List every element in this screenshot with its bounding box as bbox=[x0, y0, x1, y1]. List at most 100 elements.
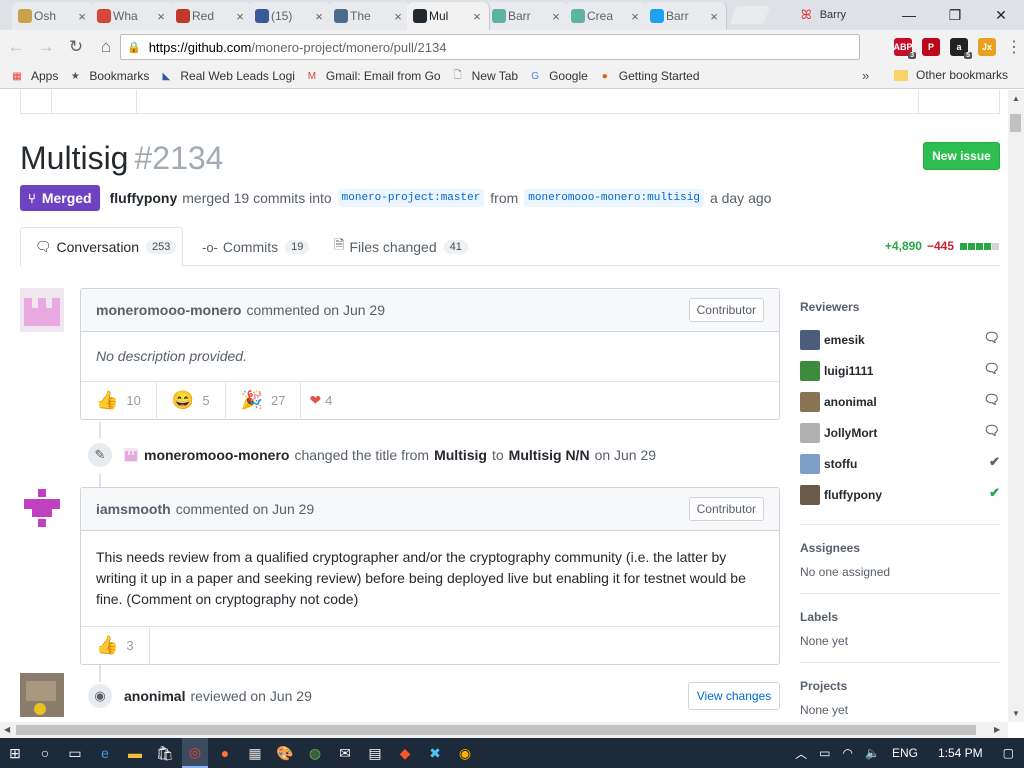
browser-tab[interactable]: Barr × bbox=[644, 2, 727, 30]
assignees-heading[interactable]: Assignees bbox=[800, 541, 1000, 555]
calculator-grid-icon[interactable]: ▦ bbox=[242, 738, 268, 768]
reaction-button[interactable]: 🎉 27 bbox=[226, 381, 302, 420]
bookmark-item[interactable]: 🗋 New Tab bbox=[451, 69, 519, 83]
wifi-icon[interactable]: ◠ bbox=[843, 746, 853, 760]
new-tab-button[interactable] bbox=[729, 6, 771, 24]
comment-author[interactable]: iamsmooth bbox=[96, 501, 171, 517]
app-icon[interactable]: ✖ bbox=[422, 738, 448, 768]
notifications-icon[interactable]: ▢ bbox=[1003, 746, 1014, 760]
reaction-button[interactable]: ❤ 4 bbox=[301, 382, 340, 420]
reviewer-item[interactable]: luigi1111 🗨 bbox=[800, 355, 1000, 386]
other-bookmarks[interactable]: Other bookmarks bbox=[894, 68, 1008, 82]
tab-commits[interactable]: -o- Commits 19 bbox=[202, 227, 310, 267]
browser-tab[interactable]: Red × bbox=[170, 2, 253, 30]
view-changes-button[interactable]: View changes bbox=[688, 682, 780, 710]
avatar[interactable] bbox=[124, 448, 138, 462]
browser-tab[interactable]: Crea × bbox=[565, 2, 648, 30]
close-tab-icon[interactable]: × bbox=[392, 9, 404, 24]
extension-icon[interactable]: Jx bbox=[978, 38, 996, 56]
scroll-thumb[interactable] bbox=[1010, 114, 1021, 132]
base-branch[interactable]: monero-project:master bbox=[337, 189, 485, 207]
browser-tab[interactable]: Mul × bbox=[407, 2, 490, 30]
close-window-button[interactable]: ✕ bbox=[978, 0, 1024, 30]
event-text[interactable]: reviewed on Jun 29 bbox=[190, 688, 311, 704]
avatar[interactable] bbox=[20, 487, 64, 531]
scroll-right-arrow[interactable]: ▶ bbox=[994, 725, 1000, 734]
reviewer-item[interactable]: fluffypony ✔ bbox=[800, 479, 1000, 510]
close-tab-icon[interactable]: × bbox=[550, 9, 562, 24]
merger-link[interactable]: fluffypony bbox=[110, 190, 178, 206]
scroll-left-arrow[interactable]: ◀ bbox=[4, 725, 10, 734]
new-issue-button[interactable]: New issue bbox=[923, 142, 1000, 170]
chrome-canary-icon[interactable]: ◉ bbox=[452, 738, 478, 768]
browser-tab[interactable]: The × bbox=[328, 2, 411, 30]
mail-icon[interactable]: ✉ bbox=[332, 738, 358, 768]
bookmark-item[interactable]: G Google bbox=[528, 69, 588, 83]
comment-time[interactable]: commented on Jun 29 bbox=[246, 302, 385, 318]
task-view-icon[interactable]: ▭ bbox=[62, 738, 88, 768]
minimize-button[interactable]: — bbox=[886, 0, 932, 30]
file-explorer-icon[interactable]: ▬ bbox=[122, 738, 148, 768]
avatar[interactable] bbox=[800, 391, 820, 412]
chrome-icon[interactable]: ◎ bbox=[182, 738, 208, 768]
close-tab-icon[interactable]: × bbox=[313, 9, 325, 24]
extension-icon[interactable]: P bbox=[922, 38, 940, 56]
brave-icon[interactable]: ◆ bbox=[392, 738, 418, 768]
tab-files-changed[interactable]: 🗎 Files changed 41 bbox=[334, 227, 468, 267]
search-icon[interactable]: ○ bbox=[32, 738, 58, 768]
clock[interactable]: 1:54 PM bbox=[938, 746, 983, 760]
event-author[interactable]: moneromooo-monero bbox=[144, 447, 289, 463]
windows-start-icon[interactable]: ⊞ bbox=[2, 738, 28, 768]
close-tab-icon[interactable]: × bbox=[708, 9, 720, 24]
event-author[interactable]: anonimal bbox=[124, 688, 185, 704]
projects-heading[interactable]: Projects bbox=[800, 679, 1000, 693]
browser-tab[interactable]: (15) × bbox=[249, 2, 332, 30]
volume-icon[interactable]: 🔈 bbox=[865, 746, 880, 760]
avatar[interactable] bbox=[800, 360, 820, 381]
avatar[interactable] bbox=[800, 422, 820, 443]
extension-icon[interactable]: ABP 3 bbox=[894, 38, 916, 59]
reaction-button[interactable]: 👍 3 bbox=[81, 626, 150, 665]
bookmark-item[interactable]: ◣ Real Web Leads Logi bbox=[159, 69, 295, 83]
avatar[interactable] bbox=[800, 484, 820, 505]
reviewer-item[interactable]: stoffu ✔ bbox=[800, 448, 1000, 479]
reaction-button[interactable]: 👍 10 bbox=[81, 381, 157, 420]
browser-tab[interactable]: Barr × bbox=[486, 2, 569, 30]
edge-icon[interactable]: e bbox=[92, 738, 118, 768]
browser-tab[interactable]: Wha × bbox=[91, 2, 174, 30]
close-tab-icon[interactable]: × bbox=[471, 9, 483, 24]
language-indicator[interactable]: ENG bbox=[892, 746, 918, 760]
extension-icon[interactable]: a5 bbox=[950, 38, 972, 59]
comment-time[interactable]: commented on Jun 29 bbox=[176, 501, 315, 517]
bookmark-item[interactable]: M Gmail: Email from Go bbox=[305, 69, 441, 83]
event-date[interactable]: on Jun 29 bbox=[595, 447, 657, 463]
tab-conversation[interactable]: 🗨 Conversation 253 bbox=[20, 227, 183, 267]
reload-button[interactable]: ↻ bbox=[62, 33, 90, 61]
close-tab-icon[interactable]: × bbox=[76, 9, 88, 24]
reviewer-item[interactable]: anonimal 🗨 bbox=[800, 386, 1000, 417]
page-info-icon[interactable]: 🔒 bbox=[127, 41, 141, 54]
scroll-up-arrow[interactable]: ▲ bbox=[1012, 94, 1020, 103]
back-button[interactable]: ← bbox=[2, 33, 30, 61]
globe-icon[interactable]: ◍ bbox=[302, 738, 328, 768]
bookmark-item[interactable]: ● Getting Started bbox=[598, 69, 700, 83]
battery-icon[interactable]: ▭ bbox=[819, 746, 830, 760]
chrome-menu-icon[interactable]: ⋮ bbox=[1006, 37, 1022, 57]
forward-button[interactable]: → bbox=[32, 33, 60, 61]
comment-author[interactable]: moneromooo-monero bbox=[96, 302, 241, 318]
avatar[interactable] bbox=[800, 329, 820, 350]
avatar[interactable] bbox=[20, 288, 64, 332]
horizontal-scrollbar[interactable]: ◀ ▶ bbox=[0, 722, 1008, 738]
bookmark-item[interactable]: ★ Bookmarks bbox=[68, 69, 150, 83]
scroll-down-arrow[interactable]: ▼ bbox=[1012, 709, 1020, 718]
firefox-icon[interactable]: ● bbox=[212, 738, 238, 768]
bookmarks-overflow-button[interactable]: » bbox=[862, 68, 869, 83]
avatar[interactable] bbox=[800, 453, 820, 474]
vertical-scrollbar[interactable]: ▲ ▼ bbox=[1008, 90, 1024, 722]
calculator-icon[interactable]: ▤ bbox=[362, 738, 388, 768]
reviewer-item[interactable]: emesik 🗨 bbox=[800, 324, 1000, 355]
close-tab-icon[interactable]: × bbox=[629, 9, 641, 24]
reaction-button[interactable]: 😄 5 bbox=[157, 381, 226, 420]
scroll-thumb[interactable] bbox=[16, 725, 976, 735]
bookmark-item[interactable]: ▦ Apps bbox=[10, 69, 58, 83]
